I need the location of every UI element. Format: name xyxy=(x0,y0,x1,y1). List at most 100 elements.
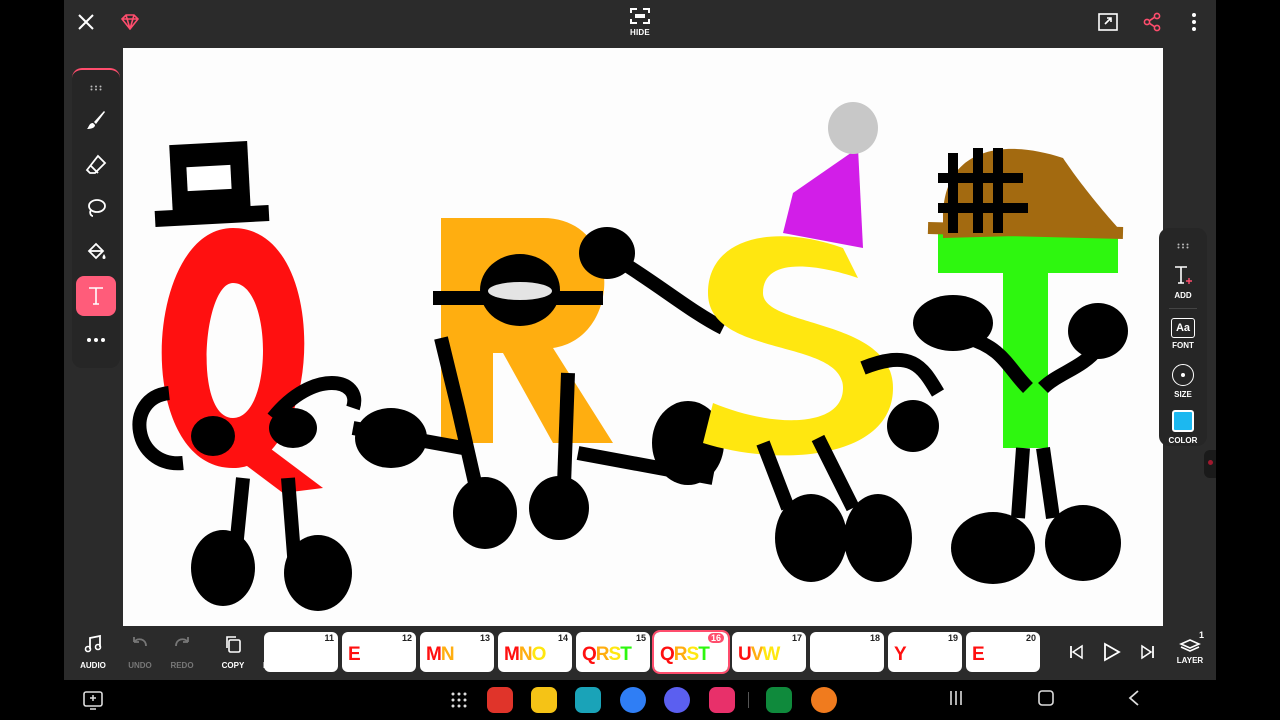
frame-number: 14 xyxy=(557,633,568,643)
frame-thumbnail[interactable]: 11 xyxy=(264,632,338,672)
copy-button[interactable]: COPY xyxy=(213,634,253,670)
add-text-icon xyxy=(1175,266,1192,284)
layer-count: 1 xyxy=(1198,630,1204,640)
frame-preview: E xyxy=(348,644,361,665)
letter-r-character xyxy=(351,218,727,549)
frame-preview: MN xyxy=(426,644,455,665)
undo-button[interactable]: UNDO xyxy=(120,634,160,670)
eraser-icon[interactable] xyxy=(76,144,116,184)
flipaclip-app-icon[interactable] xyxy=(766,687,792,713)
more-icon[interactable] xyxy=(76,320,116,360)
close-icon[interactable] xyxy=(74,10,98,34)
frame-preview: QRST xyxy=(582,644,632,665)
frame-thumbnail[interactable]: 15 QRST xyxy=(576,632,650,672)
frame-number: 15 xyxy=(635,633,646,643)
back-button-icon[interactable] xyxy=(1126,688,1142,713)
frame-thumbnail[interactable]: 20 E xyxy=(966,632,1040,672)
skip-back-icon[interactable] xyxy=(1068,644,1084,665)
frame-preview: Y xyxy=(894,644,907,665)
frame-thumbnail[interactable]: 17 UVW xyxy=(732,632,806,672)
letter-q-character xyxy=(132,141,362,611)
app-window: HIDE ADD Aa FONT SIZE COLOR AUDIO UNDO R… xyxy=(64,0,1216,680)
undo-label: UNDO xyxy=(128,661,152,670)
game-app-icon[interactable] xyxy=(811,687,837,713)
frame-timeline[interactable]: 11 12 E 13 MN 14 MNO 15 QRST 16 QRST 17 UVW 18 19 Y 20 E xyxy=(264,630,1044,674)
top-bar: HIDE xyxy=(64,0,1216,44)
size-icon xyxy=(1172,364,1194,386)
text-options-panel: ADD Aa FONT SIZE COLOR xyxy=(1159,228,1207,446)
frame-number: 13 xyxy=(479,633,490,643)
fill-bucket-icon[interactable] xyxy=(76,232,116,272)
redo-icon xyxy=(175,637,189,647)
more-vertical-icon[interactable] xyxy=(1182,10,1206,34)
frame-preview: QRST xyxy=(660,644,710,665)
app-drawer-icon[interactable] xyxy=(450,691,468,714)
frame-preview: MNO xyxy=(504,644,546,665)
diamond-icon[interactable] xyxy=(118,10,142,34)
frame-number: 16 xyxy=(707,633,724,643)
frame-thumbnail[interactable]: 19 Y xyxy=(888,632,962,672)
frame-thumbnail[interactable]: 18 xyxy=(810,632,884,672)
add-label: ADD xyxy=(1174,291,1192,300)
audio-button[interactable]: AUDIO xyxy=(73,634,113,670)
text-icon[interactable] xyxy=(76,276,116,316)
color-button[interactable]: COLOR xyxy=(1159,410,1207,445)
add-text-button[interactable]: ADD xyxy=(1159,264,1207,300)
side-handle[interactable] xyxy=(1204,450,1216,478)
frame-preview: E xyxy=(972,644,985,665)
recents-button-icon[interactable] xyxy=(948,688,964,713)
color-swatch xyxy=(1172,410,1194,432)
font-label: FONT xyxy=(1172,341,1194,350)
undo-icon xyxy=(133,637,147,647)
home-button-icon[interactable] xyxy=(1036,688,1056,713)
drag-handle-icon[interactable] xyxy=(90,78,102,96)
lasso-icon[interactable] xyxy=(76,188,116,228)
frame-number: 18 xyxy=(869,633,880,643)
frame-number: 11 xyxy=(324,633,334,643)
messages-app-icon[interactable] xyxy=(620,687,646,713)
frame-number: 17 xyxy=(791,633,802,643)
internet-app-icon[interactable] xyxy=(664,687,690,713)
tool-panel xyxy=(72,68,120,368)
music-note-icon xyxy=(84,634,102,653)
copy-icon xyxy=(226,636,241,653)
font-icon: Aa xyxy=(1171,318,1195,338)
layer-button[interactable]: 1 LAYER xyxy=(1170,630,1210,665)
size-button[interactable]: SIZE xyxy=(1159,364,1207,399)
redo-button[interactable]: REDO xyxy=(162,634,202,670)
frame-thumbnail[interactable]: 13 MN xyxy=(420,632,494,672)
layer-label: LAYER xyxy=(1176,656,1204,665)
frame-thumbnail[interactable]: 12 E xyxy=(342,632,416,672)
hide-icon[interactable] xyxy=(628,6,652,26)
system-navigation-bar xyxy=(64,680,1216,720)
size-label: SIZE xyxy=(1174,390,1192,399)
copy-label: COPY xyxy=(221,661,245,670)
canvas-artwork xyxy=(132,102,1128,611)
hide-label: HIDE xyxy=(630,28,650,37)
letter-t-character xyxy=(913,148,1128,584)
redo-label: REDO xyxy=(170,661,194,670)
drawing-canvas[interactable] xyxy=(123,48,1163,626)
font-button[interactable]: Aa FONT xyxy=(1159,318,1207,350)
share-icon[interactable] xyxy=(1140,10,1164,34)
frame-thumbnail[interactable]: 14 MNO xyxy=(498,632,572,672)
drag-handle-icon[interactable] xyxy=(1159,236,1207,254)
audio-label: AUDIO xyxy=(80,661,106,670)
letter-s-character xyxy=(703,102,945,582)
calendar-app-icon[interactable] xyxy=(575,687,601,713)
recent-apps-icon[interactable] xyxy=(82,689,104,716)
frame-number: 20 xyxy=(1025,633,1036,643)
skip-forward-icon[interactable] xyxy=(1140,644,1156,665)
frame-number: 19 xyxy=(947,633,958,643)
files-app-icon[interactable] xyxy=(531,687,557,713)
play-icon[interactable] xyxy=(1101,642,1121,667)
office-app-icon[interactable] xyxy=(487,687,513,713)
frame-number: 12 xyxy=(401,633,412,643)
bottom-bar: AUDIO UNDO REDO COPY PASTE 1112E13MN14MN… xyxy=(64,628,1216,680)
frame-thumbnail[interactable]: 16 QRST xyxy=(652,630,730,674)
camera-app-icon[interactable] xyxy=(709,687,735,713)
brush-icon[interactable] xyxy=(76,100,116,140)
frame-preview: UVW xyxy=(738,644,780,665)
layers-icon xyxy=(1179,639,1201,652)
expand-icon[interactable] xyxy=(1096,10,1120,34)
